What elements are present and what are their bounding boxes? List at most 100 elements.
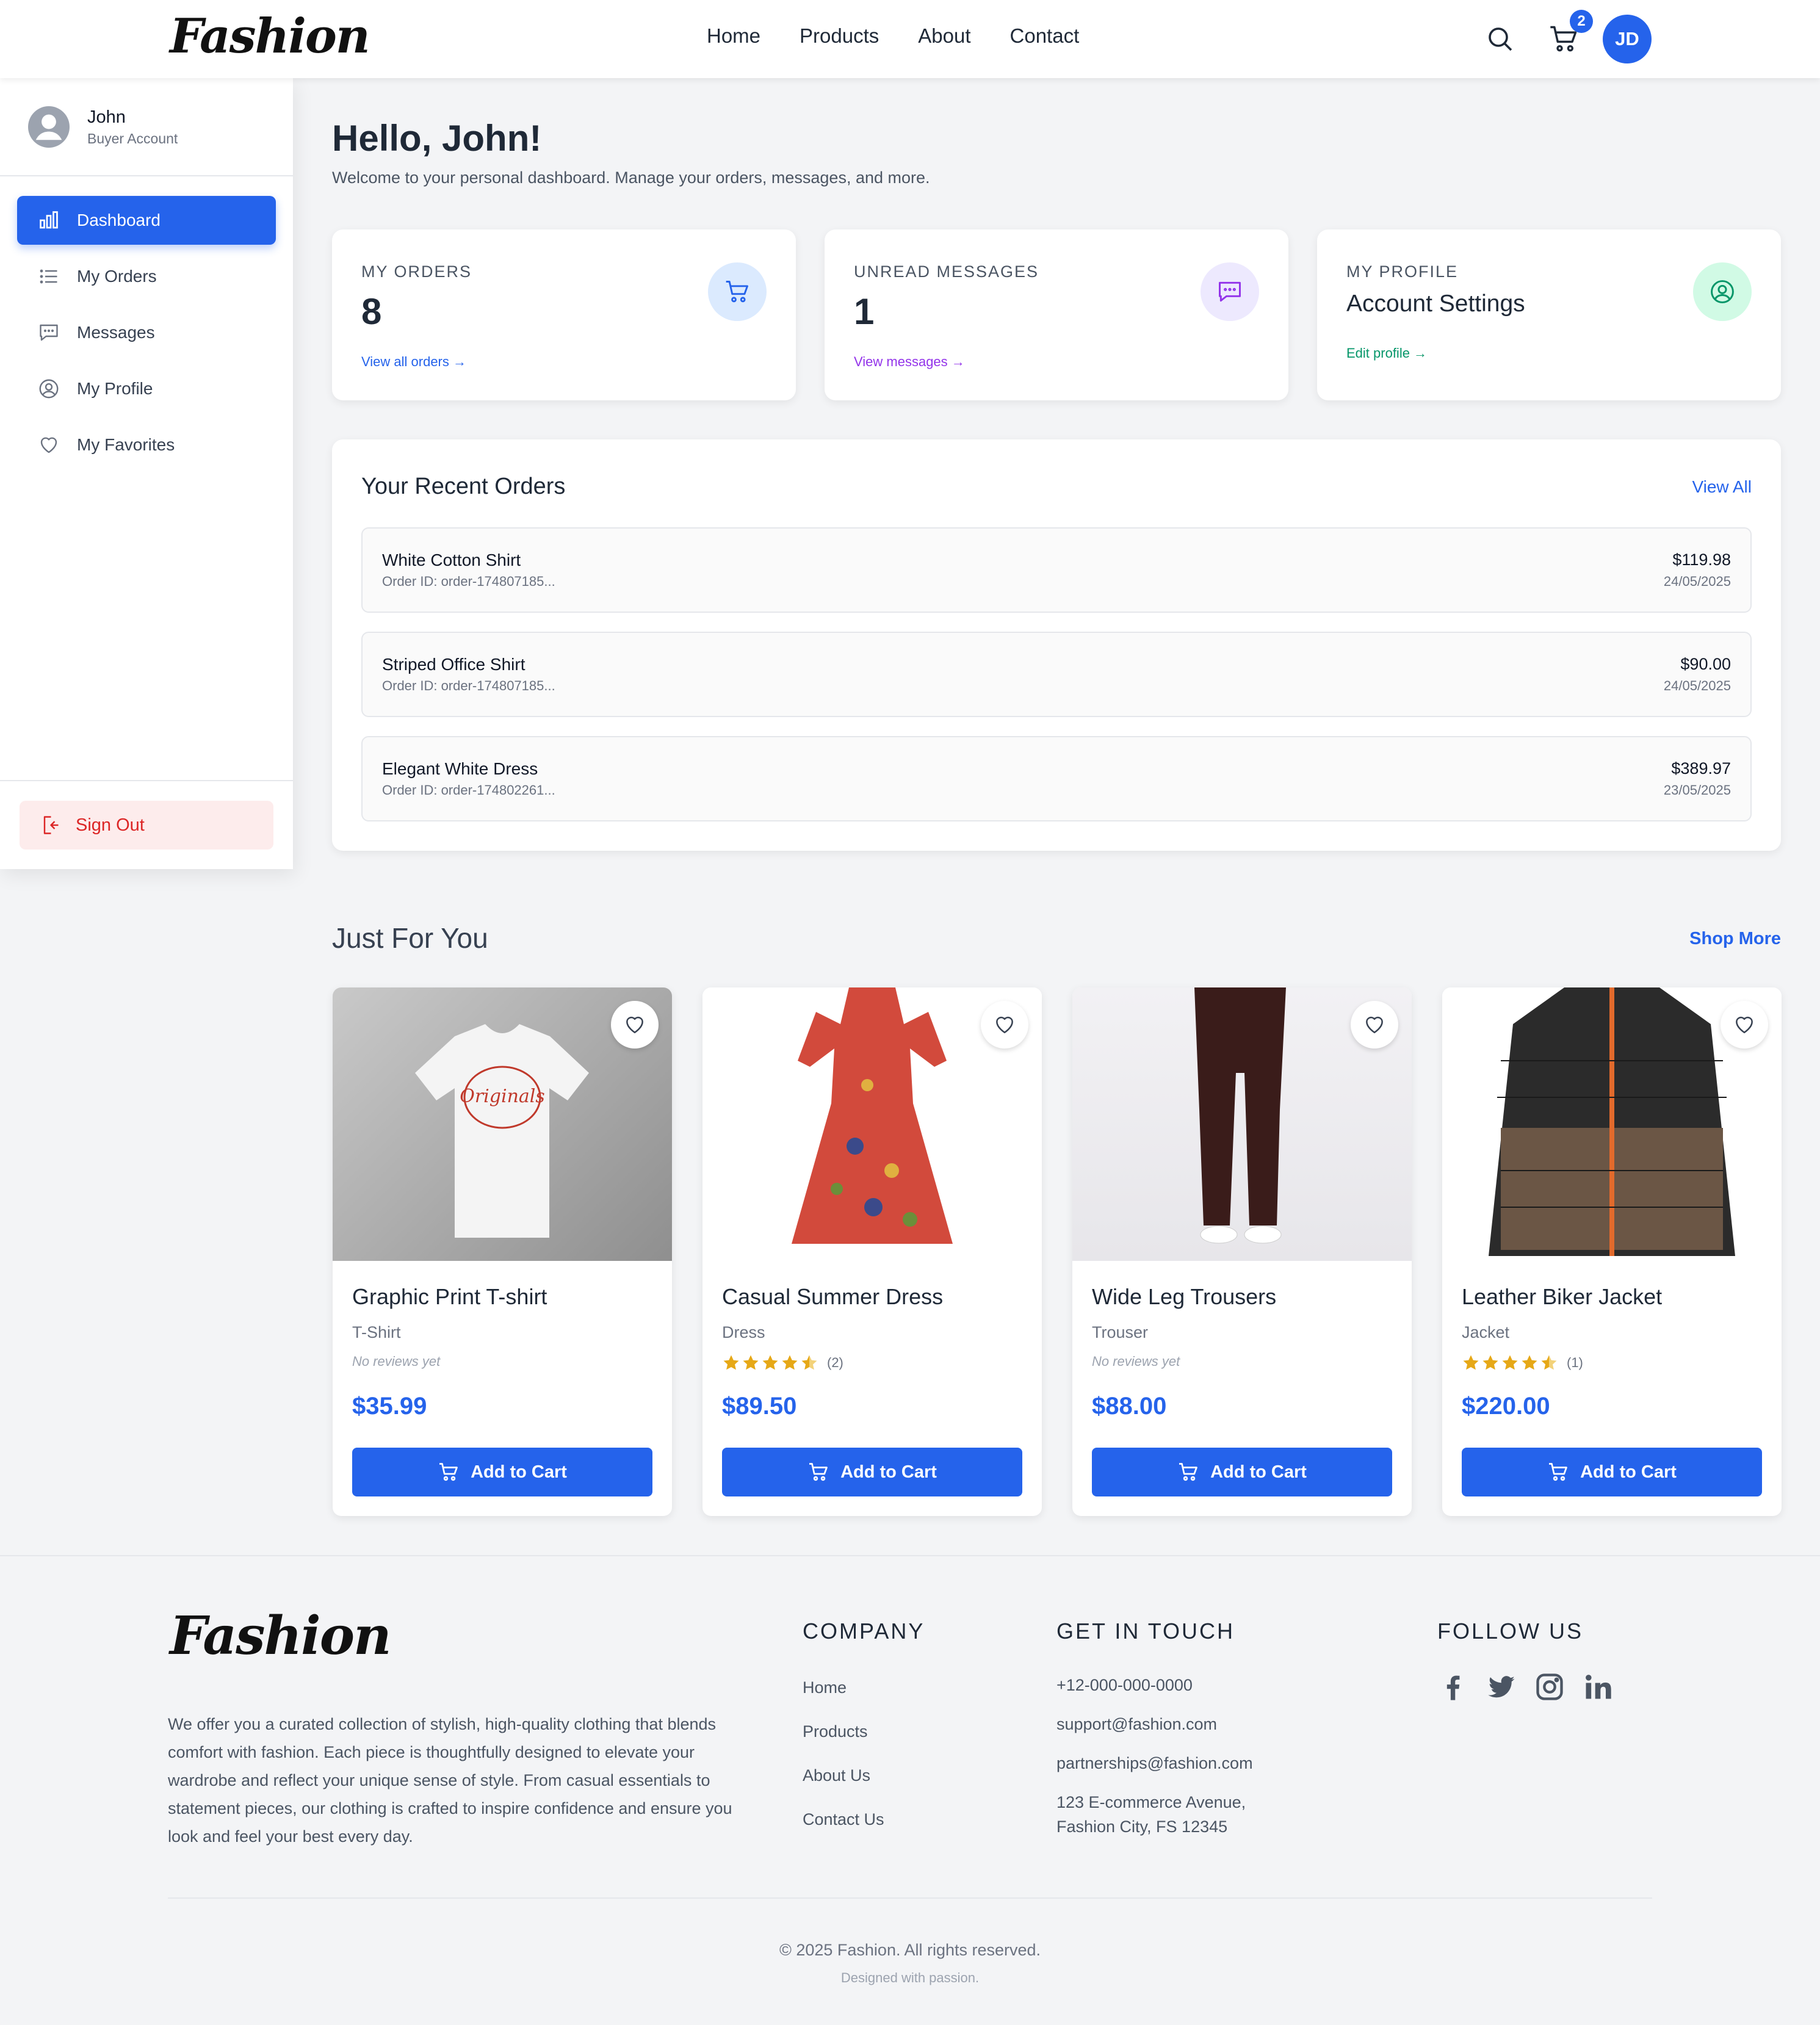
order-row[interactable]: White Cotton Shirt Order ID: order-17480… [361,527,1752,613]
product-card[interactable]: Originals Graphic Print T-shirt T-Shirt … [333,987,672,1516]
nav-products[interactable]: Products [800,24,879,48]
twitter-icon[interactable] [1486,1671,1517,1703]
chat-icon [1201,262,1259,321]
sidebar-item-dashboard[interactable]: Dashboard [17,196,276,245]
favorite-button[interactable] [611,1001,659,1049]
footer-heading-follow: FOLLOW US [1437,1619,1584,1644]
sign-out-icon [39,814,61,836]
product-category: Jacket [1462,1323,1510,1341]
cart-icon [438,1461,460,1483]
search-icon[interactable] [1486,24,1515,54]
favorite-button[interactable] [1721,1001,1768,1049]
sidebar-item-orders[interactable]: My Orders [17,252,276,301]
footer-address-line1: 123 E-commerce Avenue, [1056,1793,1246,1811]
shop-more-link[interactable]: Shop More [1689,929,1781,949]
footer-heading-company: COMPANY [803,1619,925,1644]
product-name[interactable]: Wide Leg Trousers [1092,1284,1276,1310]
product-card[interactable]: Casual Summer Dress Dress (2) $89.50 Add… [702,987,1042,1516]
stat-value: 1 [854,291,875,332]
add-to-cart-button[interactable]: Add to Cart [722,1448,1022,1496]
favorite-button[interactable] [981,1001,1028,1049]
product-rating: No reviews yet [1092,1354,1180,1370]
footer-link-home[interactable]: Home [803,1678,847,1697]
user-avatar-button[interactable]: JD [1603,15,1652,63]
footer-address-line2: Fashion City, FS 12345 [1056,1817,1228,1836]
user-circle-icon [38,378,60,400]
heart-icon [38,434,60,456]
sidebar-item-messages[interactable]: Messages [17,308,276,357]
svg-text:Originals: Originals [460,1086,545,1107]
order-price: $119.98 [1672,550,1731,569]
product-price: $89.50 [722,1393,797,1420]
main-nav: Home Products About Contact [707,24,1079,48]
favorite-button[interactable] [1351,1001,1398,1049]
footer-link-about[interactable]: About Us [803,1766,870,1785]
add-to-cart-button[interactable]: Add to Cart [1092,1448,1392,1496]
stat-value: 8 [361,291,382,332]
chart-bar-icon [38,209,60,231]
star-icon [743,1355,759,1370]
instagram-icon[interactable] [1534,1671,1565,1703]
footer-support-email[interactable]: support@fashion.com [1056,1715,1217,1734]
facebook-icon[interactable] [1437,1671,1469,1703]
footer-logo[interactable]: Fashion [170,1605,392,1667]
copyright-text: © 2025 Fashion. All rights reserved. [779,1941,1041,1959]
product-rating: (2) [722,1354,843,1372]
product-name[interactable]: Leather Biker Jacket [1462,1284,1662,1310]
sidebar-item-label: Messages [77,323,155,342]
product-category: Dress [722,1323,765,1341]
star-half-icon [1541,1355,1557,1370]
view-all-orders-link[interactable]: View all orders → [361,354,466,370]
footer-link-products[interactable]: Products [803,1722,868,1741]
stat-value: Account Settings [1346,291,1525,317]
footer-link-contact[interactable]: Contact Us [803,1810,884,1829]
order-row[interactable]: Striped Office Shirt Order ID: order-174… [361,632,1752,717]
brand-logo[interactable]: Fashion [170,9,370,64]
order-date: 24/05/2025 [1663,678,1731,693]
nav-about[interactable]: About [918,24,970,48]
cart-icon [1547,1461,1569,1483]
star-icon [762,1355,778,1370]
sidebar-item-profile[interactable]: My Profile [17,364,276,413]
sidebar-divider [0,780,293,781]
edit-profile-link[interactable]: Edit profile → [1346,345,1427,361]
product-card[interactable]: Leather Biker Jacket Jacket (1) $220.00 … [1442,987,1782,1516]
linkedin-icon[interactable] [1582,1671,1614,1703]
add-to-cart-button[interactable]: Add to Cart [352,1448,652,1496]
nav-contact[interactable]: Contact [1010,24,1080,48]
product-name[interactable]: Casual Summer Dress [722,1284,943,1310]
add-to-cart-label: Add to Cart [840,1462,937,1482]
footer-partner-email[interactable]: partnerships@fashion.com [1056,1754,1253,1773]
sidebar-user-name: John [87,107,126,127]
add-to-cart-button[interactable]: Add to Cart [1462,1448,1762,1496]
view-all-button[interactable]: View All [1692,477,1752,497]
product-category: T-Shirt [352,1323,401,1341]
just-for-you-title: Just For You [332,922,488,954]
sign-out-button[interactable]: Sign Out [20,801,273,850]
sidebar-item-label: My Profile [77,379,153,398]
sidebar-item-label: My Favorites [77,435,175,454]
stat-label: MY ORDERS [361,262,472,281]
product-rating: No reviews yet [352,1354,440,1370]
no-reviews-text: No reviews yet [352,1354,441,1369]
star-half-icon [801,1355,817,1370]
heart-icon [993,1013,1016,1036]
nav-home[interactable]: Home [707,24,760,48]
footer-divider [0,1555,1820,1556]
product-card[interactable]: Wide Leg Trousers Trouser No reviews yet… [1072,987,1412,1516]
view-messages-link[interactable]: View messages → [854,354,965,370]
add-to-cart-label: Add to Cart [471,1462,567,1482]
page-title: Hello, John! [332,118,542,159]
heart-icon [623,1013,646,1036]
sign-out-label: Sign Out [76,815,145,835]
no-reviews-text: No reviews yet [1092,1354,1180,1369]
star-icon [723,1355,739,1370]
sidebar-item-favorites[interactable]: My Favorites [17,421,276,469]
product-name[interactable]: Graphic Print T-shirt [352,1284,547,1310]
dashboard-sidebar: John Buyer Account Dashboard My Orders M… [0,78,293,869]
order-row[interactable]: Elegant White Dress Order ID: order-1748… [361,736,1752,821]
footer-phone[interactable]: +12-000-000-0000 [1056,1676,1193,1695]
heart-icon [1733,1013,1756,1036]
star-rating [1462,1354,1558,1372]
cart-icon [708,262,767,321]
